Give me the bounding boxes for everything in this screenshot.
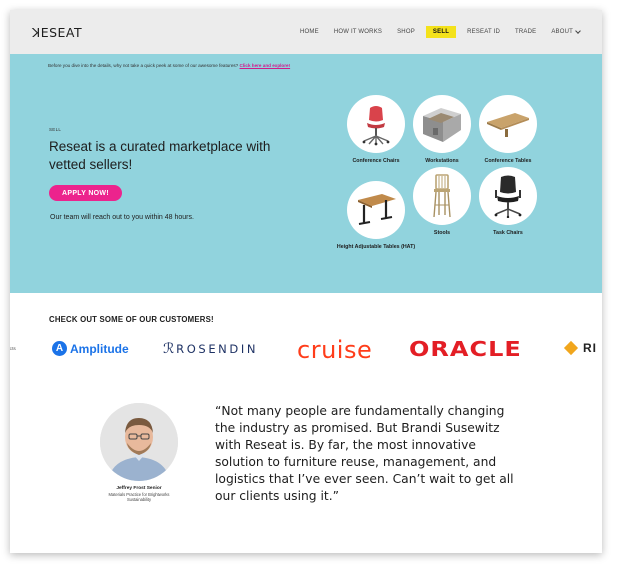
avatar [100, 403, 178, 481]
category-label: Task Chairs [493, 230, 523, 236]
intro-banner: Before you dive into the details, why no… [48, 63, 290, 68]
amplitude-icon: A [52, 341, 67, 356]
browser-page: ꓘESEAT HOME HOW IT WORKS SHOP SELL RESEA… [10, 10, 602, 553]
amplitude-logo: A Amplitude [52, 341, 129, 356]
category-label: Conference Tables [484, 158, 532, 164]
nav-home[interactable]: HOME [300, 29, 319, 35]
cut-right-wordmark: RI [583, 341, 597, 355]
task-chair-icon [479, 167, 537, 225]
site-header: ꓘESEAT HOME HOW IT WORKS SHOP SELL RESEA… [10, 10, 602, 54]
rosendin-logo: ℛ ROSENDIN [163, 341, 258, 357]
hero-section: Before you dive into the details, why no… [10, 54, 602, 293]
conference-table-icon [479, 95, 537, 153]
category-label: Conference Chairs [352, 158, 400, 164]
testimonial-name: Jeffrey Frost Senior [116, 486, 162, 491]
nav-about-label: ABOUT [551, 29, 573, 35]
nav-reseat-id[interactable]: RESEAT ID [467, 29, 500, 35]
section-tag: SELL [49, 127, 62, 132]
intro-text: Before you dive into the details, why no… [48, 63, 239, 68]
category-task-chairs[interactable]: Task Chairs [463, 167, 553, 237]
intro-link[interactable]: Click here and explore! [240, 63, 291, 68]
customers-heading: CHECK OUT SOME OF OUR CUSTOMERS! [49, 315, 214, 324]
customer-logo-cut-right: RI [563, 340, 597, 356]
main-nav: HOME HOW IT WORKS SHOP SELL RESEAT ID TR… [300, 26, 595, 38]
nav-shop[interactable]: SHOP [397, 29, 415, 35]
apply-now-button[interactable]: APPLY NOW! [49, 185, 122, 201]
rosendin-wordmark: ROSENDIN [176, 342, 259, 356]
nav-about[interactable]: ABOUT [551, 27, 581, 35]
reseat-logo[interactable]: ꓘESEAT [32, 25, 82, 40]
rosendin-icon: ℛ [163, 341, 175, 357]
customer-logo-cut-left: ucts [10, 347, 16, 352]
testimonial-role: Materials Practice for Brightworks Susta… [108, 492, 170, 503]
nav-trade[interactable]: TRADE [515, 29, 536, 35]
chevron-down-icon [575, 27, 581, 34]
hero-headline: Reseat is a curated marketplace with vet… [49, 139, 271, 172]
oracle-logo: ORACLE [409, 336, 522, 362]
customer-logo-strip: ucts A Amplitude ℛ ROSENDIN cruise ORACL… [10, 336, 602, 364]
nav-sell[interactable]: SELL [425, 26, 457, 38]
category-conference-tables[interactable]: Conference Tables [463, 95, 553, 165]
category-label: Stools [433, 230, 451, 236]
category-label: Workstations [425, 158, 459, 164]
hero-note: Our team will reach out to you within 48… [50, 214, 194, 221]
testimonial-quote: “Not many people are fundamentally chang… [215, 404, 514, 503]
amplitude-wordmark: Amplitude [70, 341, 129, 356]
nav-how-it-works[interactable]: HOW IT WORKS [334, 29, 382, 35]
category-label: Height Adjustable Tables (HAT) [336, 244, 416, 250]
diamond-icon [563, 340, 579, 356]
cruise-logo: cruise [297, 336, 373, 364]
